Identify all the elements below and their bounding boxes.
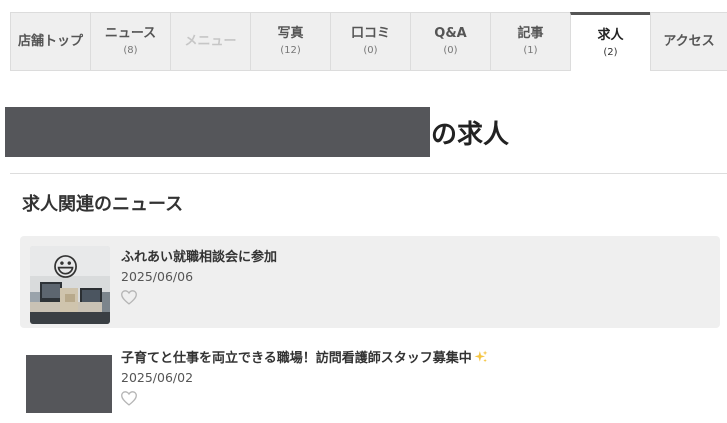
tab-count: (8) [123,45,138,56]
tab-label: 店舗トップ [17,33,83,49]
tab-count: (2) [603,46,618,58]
tab-photos[interactable]: 写真 (12) [250,12,330,71]
news-headline-text: 子育てと仕事を両立できる職場！訪問看護師スタッフ募集中 [121,351,472,366]
tab-access[interactable]: アクセス [650,12,727,71]
news-headline-link[interactable]: ふれあい就職相談会に参加 [121,246,277,265]
tab-jobs[interactable]: 求人 (2) [570,12,650,71]
news-thumbnail: 😃 [30,246,110,324]
tab-menu: メニュー [170,12,250,71]
tab-label: メニュー [184,33,237,49]
tab-count: (1) [523,45,538,56]
heart-outline-icon[interactable] [120,289,138,305]
section-title: 求人関連のニュース [22,194,184,215]
tab-qa[interactable]: Q&A (0) [410,12,490,71]
tab-label: Q&A [434,26,467,41]
tab-count: (12) [280,45,301,56]
page-title-suffix: の求人 [431,119,510,150]
news-date: 2025/06/02 [121,370,194,385]
store-tab-bar: 店舗トップ ニュース (8) メニュー 写真 (12) 口コミ (0) Q&A … [10,12,727,71]
redacted-news-thumbnail [26,355,112,413]
tab-label: 記事 [517,26,544,41]
title-divider [10,173,727,174]
tab-label: 口コミ [350,26,390,41]
redacted-store-name [5,107,430,157]
tab-count: (0) [363,45,378,56]
page-title: の求人 [5,107,509,157]
tab-label: ニュース [104,26,157,41]
news-headline-link[interactable]: 子育てと仕事を両立できる職場！訪問看護師スタッフ募集中 [121,347,488,366]
news-date: 2025/06/06 [121,269,194,284]
tab-label: 求人 [597,27,624,43]
heart-outline-icon[interactable] [120,390,138,406]
tab-count: (0) [443,45,458,56]
sparkles-icon [474,350,488,363]
tab-store-top[interactable]: 店舗トップ [10,12,90,71]
tab-news[interactable]: ニュース (8) [90,12,170,71]
news-card[interactable]: 😃 ふれあい就職相談会に参加 2025/06/06 [20,236,720,328]
tab-label: 写真 [277,26,304,41]
news-card[interactable]: 子育てと仕事を両立できる職場！訪問看護師スタッフ募集中 2025/06/02 [20,338,720,418]
tab-articles[interactable]: 記事 (1) [490,12,570,71]
tab-reviews[interactable]: 口コミ (0) [330,12,410,71]
face-emoji-icon: 😃 [52,253,80,283]
tab-label: アクセス [663,33,715,49]
